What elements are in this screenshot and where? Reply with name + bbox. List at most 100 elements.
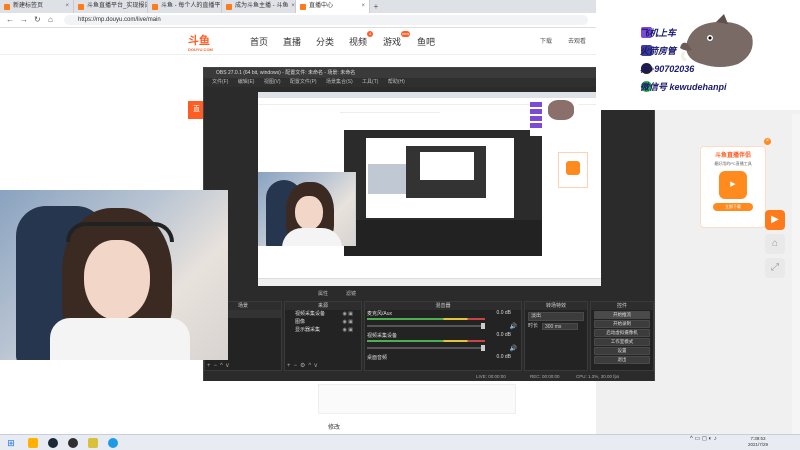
exit-button[interactable]: 退出 bbox=[594, 356, 650, 364]
url-field[interactable]: https://mp.douyu.com/live/main bbox=[64, 15, 588, 25]
expand-icon[interactable]: ⤢ bbox=[765, 258, 785, 278]
nav-home[interactable]: 首页 bbox=[250, 35, 268, 48]
duration-input[interactable]: 300 ms bbox=[542, 323, 578, 330]
edit-link[interactable]: 修改 bbox=[328, 422, 340, 431]
source-label: 显示器采集 bbox=[295, 327, 321, 333]
forward-icon[interactable]: → bbox=[20, 15, 28, 24]
steam-icon[interactable] bbox=[48, 438, 58, 448]
channel-db: 0.0 dB bbox=[496, 354, 511, 360]
volume-meter bbox=[367, 318, 485, 320]
system-tray-icons[interactable]: ^ ▭ ◻ ◐ ♪ bbox=[690, 436, 717, 442]
app-icon[interactable] bbox=[88, 438, 98, 448]
speaker-icon[interactable]: 🔊 bbox=[510, 345, 517, 352]
tab-favicon-icon bbox=[152, 3, 158, 10]
scenes-toolbar[interactable]: +−^v bbox=[207, 363, 232, 369]
source-item[interactable]: 显示器采集 ◉ ▣ bbox=[285, 326, 361, 334]
virtual-camera-button[interactable]: 启动虚拟摄像机 bbox=[594, 329, 650, 337]
speaker-icon[interactable]: 🔊 bbox=[510, 323, 517, 330]
obs-title-bar: OBS 27.0.1 (64 bit, windows) - 配置文件: 未命名… bbox=[204, 68, 654, 78]
sources-dock-title: 来源 bbox=[285, 302, 361, 310]
nav-category[interactable]: 分类 bbox=[316, 35, 334, 48]
new-tab-icon[interactable]: + bbox=[370, 0, 382, 13]
menu-edit[interactable]: 编辑(E) bbox=[238, 79, 255, 85]
source-item[interactable]: 视频采集设备 ◉ ▣ bbox=[285, 310, 361, 318]
source-label: 视频采集设备 bbox=[295, 311, 326, 317]
cpu-status: CPU: 1.3%, 30.00 fps bbox=[576, 374, 620, 379]
menu-profile[interactable]: 配置文件(P) bbox=[290, 79, 317, 85]
promo-card[interactable]: 斗鱼直播伴侣 最好用的PC直播工具 ▶ 立即下载 bbox=[700, 146, 766, 228]
duration-row: 时长 300 ms bbox=[528, 323, 584, 330]
nav-game[interactable]: 游戏 bbox=[383, 35, 401, 48]
nav-live[interactable]: 直播 bbox=[283, 35, 301, 48]
obs-icon[interactable] bbox=[68, 438, 78, 448]
filters-button[interactable]: 滤镜 bbox=[346, 290, 356, 297]
address-bar: ← → ↻ ⌂ https://mp.douyu.com/live/main bbox=[0, 13, 596, 28]
close-icon[interactable]: × bbox=[65, 0, 69, 13]
browser-tab[interactable]: 新建标签页 × bbox=[0, 0, 74, 13]
slider-knob[interactable] bbox=[481, 323, 485, 329]
file-explorer-icon[interactable] bbox=[28, 438, 38, 448]
channel-db: 0.0 dB bbox=[496, 310, 511, 316]
close-icon[interactable]: × bbox=[361, 0, 365, 13]
properties-button[interactable]: 属性 bbox=[318, 290, 328, 297]
transition-select[interactable]: 淡出 bbox=[528, 312, 584, 321]
close-icon[interactable]: × bbox=[291, 0, 295, 13]
channel-name: 麦克风/Aux bbox=[367, 311, 393, 317]
menu-scene-collection[interactable]: 场景集合(S) bbox=[326, 79, 353, 85]
controls-dock: 控件 开始推流 开始录制 启动虚拟摄像机 工作室模式 设置 退出 bbox=[590, 301, 654, 371]
promo-download-button[interactable]: 立即下载 bbox=[713, 203, 753, 211]
channel-name: 视频采集设备 bbox=[367, 333, 398, 339]
windows-start-icon[interactable]: ⊞ bbox=[6, 438, 16, 448]
browser-tab[interactable]: 成为斗鱼主播 - 斗鱼 × bbox=[222, 0, 296, 13]
slider-knob[interactable] bbox=[481, 345, 485, 351]
transitions-dock-title: 转场特效 bbox=[525, 302, 587, 310]
watch-link[interactable]: 去观看 bbox=[568, 36, 586, 45]
nav-game-badge: new bbox=[401, 31, 410, 37]
channel-name: 桌面音频 bbox=[367, 355, 388, 361]
webcam-feed-small bbox=[258, 172, 355, 246]
volume-slider[interactable] bbox=[367, 345, 485, 351]
browser-tab[interactable]: 斗鱼 - 每个人的直播平台× bbox=[148, 0, 222, 13]
home-icon[interactable]: ⌂ bbox=[48, 15, 53, 24]
studio-mode-button[interactable]: 工作室模式 bbox=[594, 338, 650, 346]
reload-icon[interactable]: ↻ bbox=[34, 15, 41, 24]
transitions-dock: 转场特效 淡出 时长 300 ms bbox=[524, 301, 588, 371]
edge-icon[interactable] bbox=[108, 438, 118, 448]
clock-date: 2021/7/29 bbox=[748, 442, 769, 447]
live-status: LIVE: 00:00:00 bbox=[476, 374, 506, 379]
nav-fishbar[interactable]: 鱼吧 bbox=[417, 35, 435, 48]
menu-file[interactable]: 文件(F) bbox=[212, 79, 228, 85]
home-icon[interactable]: ⌂ bbox=[765, 234, 785, 254]
douyu-logo[interactable]: 斗鱼 DOUYU.COM bbox=[188, 32, 213, 52]
preview-overlay-ads bbox=[530, 100, 578, 136]
browser-tab[interactable]: 斗鱼直播平台_实现报告× bbox=[74, 0, 148, 13]
clock[interactable]: 7:39:53 2021/7/29 bbox=[748, 436, 768, 448]
obs-scene-toolbar: 属性 滤镜 bbox=[204, 288, 654, 299]
source-item[interactable]: 图像 ◉ ▣ bbox=[285, 318, 361, 326]
nav-video[interactable]: 视频 bbox=[349, 35, 367, 48]
mixer-channel: 视频采集设备 0.0 dB 🔊 bbox=[365, 332, 521, 354]
download-link[interactable]: 下载 bbox=[540, 36, 552, 45]
preview-nested-canvas-2 bbox=[420, 152, 474, 180]
page-scrollbar[interactable] bbox=[792, 114, 800, 434]
tab-favicon-icon bbox=[4, 3, 10, 10]
visibility-icon[interactable]: ◉ ▣ bbox=[343, 318, 353, 326]
tab-label: 成为斗鱼主播 - 斗鱼 bbox=[235, 3, 289, 9]
overlay-line-rocket: 火箭房管 bbox=[640, 46, 677, 56]
start-recording-button[interactable]: 开始录制 bbox=[594, 320, 650, 328]
settings-button[interactable]: 设置 bbox=[594, 347, 650, 355]
start-streaming-button[interactable]: 开始推流 bbox=[594, 311, 650, 319]
visibility-icon[interactable]: ◉ ▣ bbox=[343, 326, 353, 334]
menu-help[interactable]: 帮助(H) bbox=[388, 79, 405, 85]
play-icon[interactable]: ▶ bbox=[765, 210, 785, 230]
menu-view[interactable]: 视图(V) bbox=[264, 79, 281, 85]
tab-label: 斗鱼直播平台_实现报告 bbox=[87, 3, 148, 9]
back-icon[interactable]: ← bbox=[6, 15, 14, 24]
sources-toolbar[interactable]: +−⚙^v bbox=[287, 362, 320, 369]
volume-slider[interactable] bbox=[367, 323, 485, 329]
visibility-icon[interactable]: ◉ ▣ bbox=[343, 310, 353, 318]
close-icon[interactable]: × bbox=[764, 138, 771, 145]
preview-nested-canvas bbox=[366, 138, 514, 218]
menu-tools[interactable]: 工具(T) bbox=[362, 79, 378, 85]
browser-tab-active[interactable]: 直播中心 × bbox=[296, 0, 370, 13]
